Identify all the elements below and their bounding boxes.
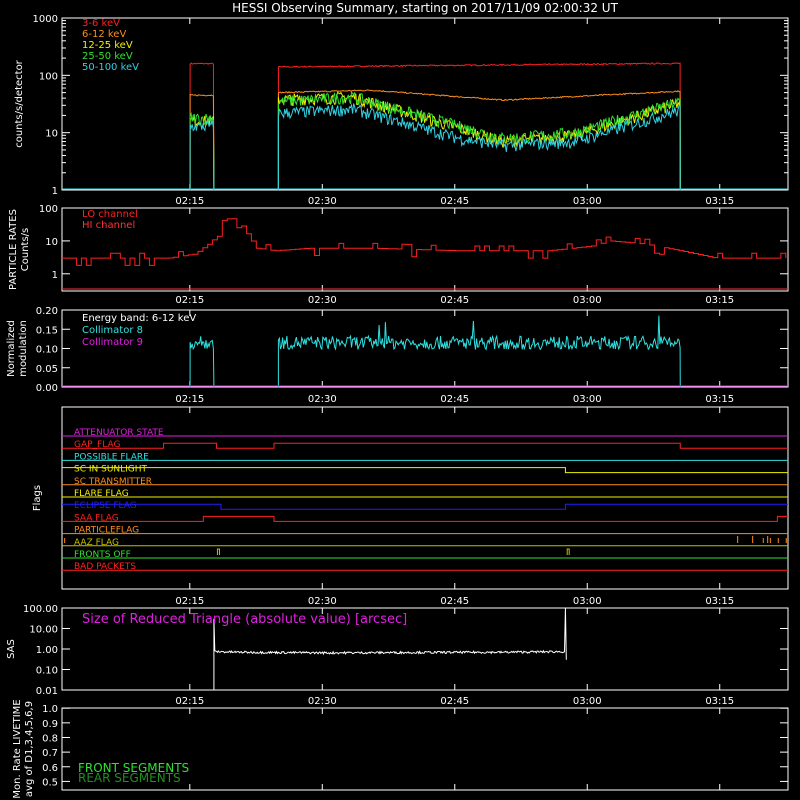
legend-50-100-keV: 50-100 keV <box>82 62 139 73</box>
flag-label-ECLIPSE-FLAG: ECLIPSE FLAG <box>74 501 137 511</box>
series-Collimator-8-line <box>277 315 681 388</box>
time-tick-label: 02:15 <box>175 295 204 306</box>
series-25-50-keV-line <box>277 90 681 191</box>
flag-label-ATTENUATOR-STATE: ATTENUATOR STATE <box>74 428 164 438</box>
series-Collimator-8-line <box>189 336 215 388</box>
flags-frame <box>61 406 789 590</box>
flag-label-SAA-FLAG: SAA FLAG <box>74 513 119 523</box>
time-tick-label: 02:30 <box>308 196 337 207</box>
y-axis-label: Mon. Rate LIVETIME <box>12 699 23 798</box>
time-tick-label: 03:00 <box>573 196 602 207</box>
y-tick-label: 0.7 <box>42 748 58 759</box>
y-axis-label: modulation <box>18 320 29 377</box>
legend-6-12-keV: 6-12 keV <box>82 29 126 40</box>
series-6-12-keV-line <box>189 93 215 191</box>
series-LO-channel-line <box>62 218 787 266</box>
time-tick-label: 03:15 <box>705 295 734 306</box>
time-tick-label: 02:30 <box>308 295 337 306</box>
y-tick-label: 0.00 <box>36 383 58 394</box>
y-tick-label: 1 <box>52 186 58 197</box>
flag-label-GAP-FLAG: GAP_FLAG <box>74 440 120 450</box>
aaz-flag-blip <box>216 548 220 555</box>
flag-GAP-FLAG-line <box>62 442 788 449</box>
y-tick-label: 100 <box>39 71 58 82</box>
time-tick-label: 02:15 <box>175 394 204 405</box>
time-tick-label: 02:30 <box>308 596 337 607</box>
y-tick-label: 0.10 <box>36 666 58 677</box>
legend-12-25-keV: 12-25 keV <box>82 40 133 51</box>
aaz-flag-blip <box>566 548 570 555</box>
y-tick-label: 1 <box>52 270 58 281</box>
time-tick-label: 02:45 <box>440 696 469 707</box>
time-tick-label: 02:45 <box>440 196 469 207</box>
y-tick-label: 0.9 <box>42 719 58 730</box>
flag-label-PARTICLEFLAG: PARTICLEFLAG <box>74 526 139 536</box>
y-axis-label: Normalized <box>6 320 17 377</box>
series-6-12-keV-line <box>277 89 681 191</box>
legend-Collimator-9: Collimator 9 <box>82 337 143 348</box>
y-tick-label: 1.00 <box>36 645 58 656</box>
series-50-100-keV-line <box>189 120 215 191</box>
legend-LO-channel: LO channel <box>82 209 138 220</box>
sas-legend-heading: Size of Reduced Triangle (absolute value… <box>82 612 407 627</box>
y-tick-label: 1.0 <box>42 704 58 715</box>
legend-heading: Energy band: 6-12 keV <box>82 313 196 324</box>
time-tick-label: 02:45 <box>440 596 469 607</box>
flag-label-SC-TRANSMITTER: SC TRANSMITTER <box>74 477 152 487</box>
y-tick-label: 10 <box>45 129 58 140</box>
y-tick-label: 10.00 <box>29 625 58 636</box>
y-tick-label: 0.5 <box>42 777 58 788</box>
legend-25-50-keV: 25-50 keV <box>82 51 133 62</box>
y-tick-label: 100 <box>39 204 58 215</box>
y-tick-label: 0.05 <box>36 364 58 375</box>
y-axis-label: Flags <box>32 485 43 511</box>
y-tick-label: 0.15 <box>36 325 58 336</box>
y-tick-label: 10 <box>45 237 58 248</box>
y-tick-label: 0.01 <box>36 686 58 697</box>
time-tick-label: 02:15 <box>175 596 204 607</box>
time-tick-label: 03:00 <box>573 394 602 405</box>
y-axis-label: PARTICLE RATES <box>8 209 19 290</box>
y-tick-label: 1000 <box>33 14 58 25</box>
flag-label-SC-IN-SUNLIGHT: SC IN SUNLIGHT <box>74 465 148 475</box>
time-tick-label: 03:00 <box>573 596 602 607</box>
time-tick-label: 02:45 <box>440 394 469 405</box>
legend-Collimator-8: Collimator 8 <box>82 325 143 336</box>
hessi-summary-plot: HESSI Observing Summary, starting on 201… <box>6 1 789 799</box>
y-axis-label: avg of D1,3,4,5,6,9 <box>24 701 35 797</box>
plot-title: HESSI Observing Summary, starting on 201… <box>232 1 618 15</box>
time-tick-label: 02:30 <box>308 696 337 707</box>
legend-HI-channel: HI channel <box>82 220 135 231</box>
y-axis-label: counts/s/detector <box>14 59 25 147</box>
flag-SC-IN-SUNLIGHT-line <box>62 467 788 474</box>
time-tick-label: 03:15 <box>705 394 734 405</box>
time-tick-label: 02:15 <box>175 196 204 207</box>
y-tick-label: 0.10 <box>36 345 58 356</box>
time-tick-label: 03:00 <box>573 696 602 707</box>
flag-label-FLARE-FLAG: FLARE FLAG <box>74 489 129 499</box>
legend-3-6-keV: 3-6 keV <box>82 18 120 29</box>
y-axis-label: SAS <box>6 639 17 659</box>
time-tick-label: 02:30 <box>308 394 337 405</box>
flag-ECLIPSE-FLAG-line <box>62 503 788 510</box>
series-50-100-keV-line <box>277 103 681 191</box>
time-tick-label: 03:15 <box>705 596 734 607</box>
time-tick-label: 03:00 <box>573 295 602 306</box>
time-tick-label: 02:15 <box>175 696 204 707</box>
y-tick-label: 100.00 <box>23 604 58 615</box>
legend-REAR-SEGMENTS: REAR SEGMENTS <box>78 771 181 785</box>
series-12-25-keV-line <box>277 91 681 191</box>
flag-label-BAD-PACKETS: BAD PACKETS <box>74 562 136 572</box>
time-tick-label: 03:15 <box>705 196 734 207</box>
flag-label-AAZ-FLAG: AAZ FLAG <box>74 538 119 548</box>
y-axis-label: Counts/s <box>20 228 31 272</box>
y-tick-label: 0.6 <box>42 763 58 774</box>
flag-label-FRONTS-OFF: FRONTS OFF <box>74 550 131 560</box>
time-tick-label: 02:45 <box>440 295 469 306</box>
flag-label-POSSIBLE-FLARE: POSSIBLE FLARE <box>74 452 149 462</box>
flag-SAA-FLAG-line <box>62 515 788 522</box>
time-tick-label: 03:15 <box>705 696 734 707</box>
y-tick-label: 0.8 <box>42 733 58 744</box>
y-tick-label: 0.20 <box>36 306 58 317</box>
